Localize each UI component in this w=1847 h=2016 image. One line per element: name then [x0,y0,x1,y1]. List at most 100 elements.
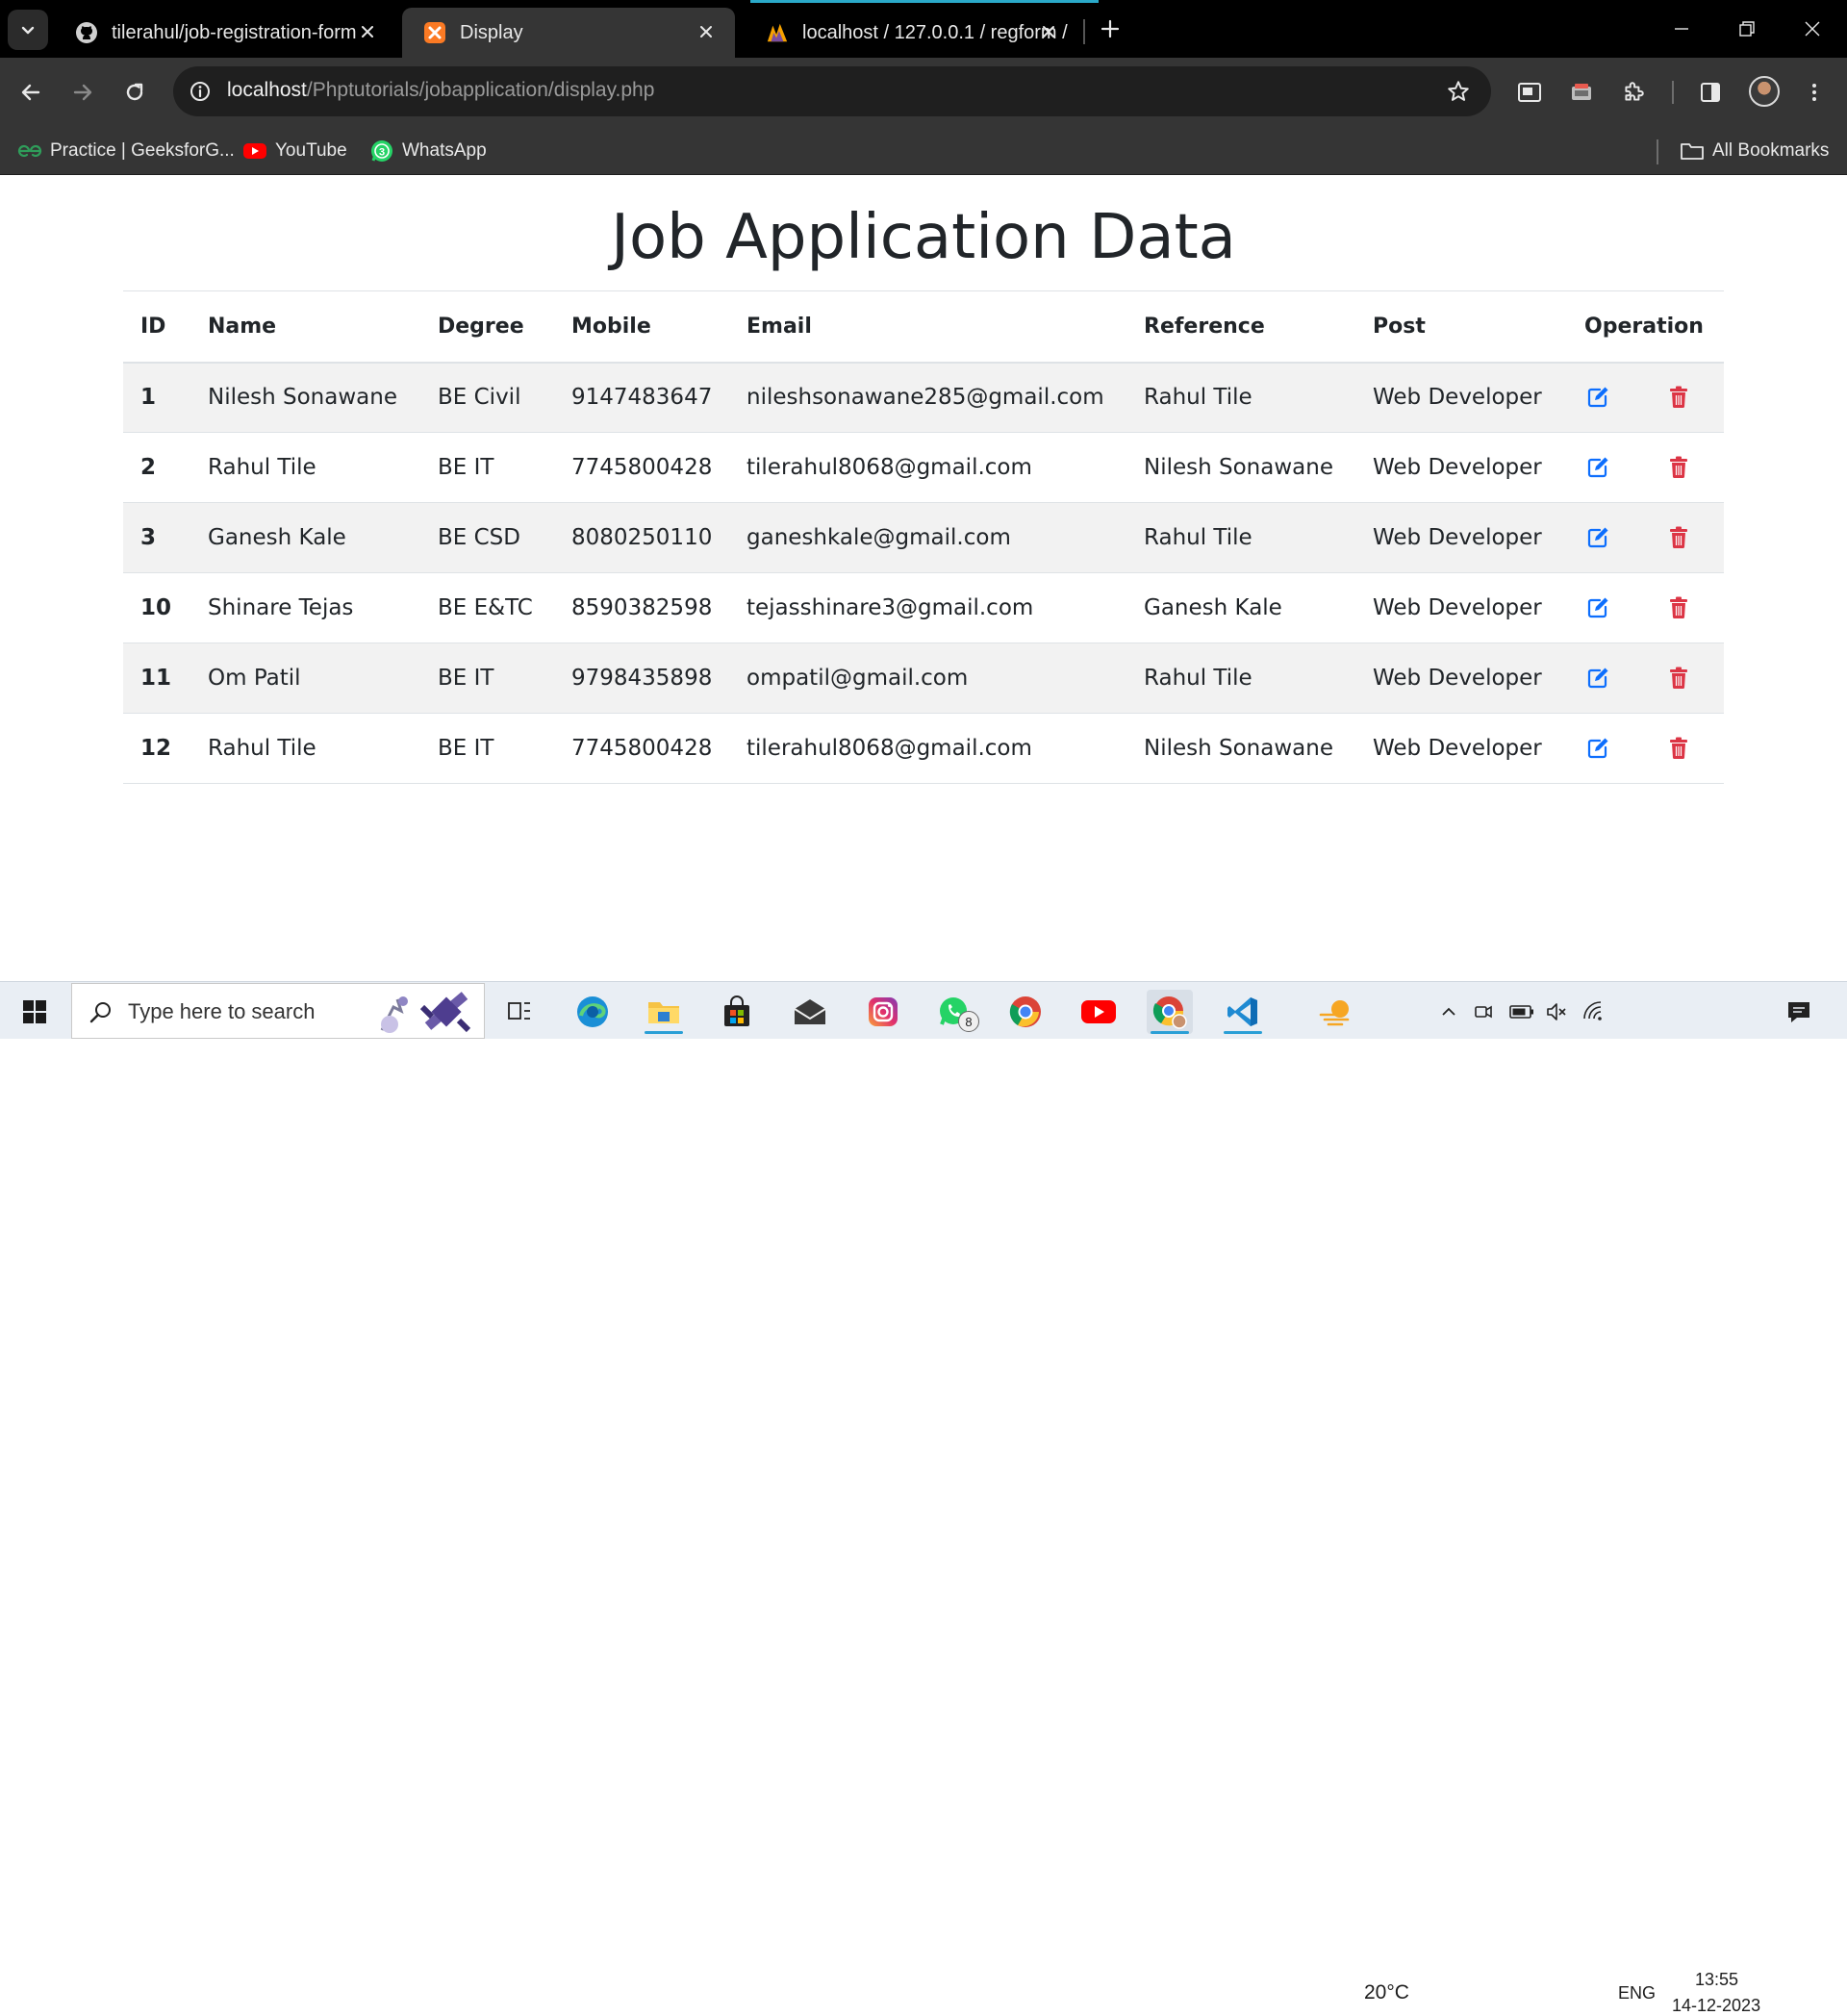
edit-button[interactable] [1584,594,1611,621]
youtube-icon [1081,1000,1116,1023]
bookmark-label: Practice | GeeksforG... [50,140,235,161]
cell-post: Web Developer [1355,572,1567,643]
edit-icon [1587,457,1608,478]
weather-icon[interactable] [1314,990,1360,1034]
forward-button[interactable] [65,75,100,110]
taskbar-mail[interactable] [787,990,833,1034]
all-bookmarks-button[interactable]: All Bookmarks [1680,139,1829,164]
chrome-icon [1009,996,1041,1027]
cell-name: Ganesh Kale [190,502,420,573]
operation-actions [1584,594,1724,621]
bookmark-geeksforgeeks[interactable]: Practice | GeeksforG... [17,139,235,164]
page-title: Job Application Data [611,202,1236,273]
edit-icon [1587,668,1608,689]
delete-button[interactable] [1665,524,1692,551]
start-button[interactable] [12,990,58,1034]
weather-temperature[interactable]: 20°C [1364,1981,1409,2004]
wifi-icon[interactable] [1574,990,1612,1034]
taskbar-whatsapp[interactable]: 8 [931,990,979,1034]
taskbar-vscode[interactable] [1220,990,1266,1034]
delete-button[interactable] [1665,454,1692,481]
task-view-button[interactable] [496,990,543,1034]
picture-in-picture-button[interactable] [1512,75,1547,110]
edge-icon [577,996,608,1027]
extensions-button[interactable] [1616,75,1651,110]
clock-date[interactable]: 14-12-2023 [1672,1996,1760,2016]
edit-button[interactable] [1584,524,1611,551]
taskbar-chrome[interactable] [1002,990,1049,1034]
edit-icon [1587,387,1608,408]
cell-post: Web Developer [1355,502,1567,573]
tab-search-button[interactable] [8,10,48,50]
side-panel-button[interactable] [1693,75,1728,110]
bookmark-youtube[interactable]: YouTube [242,139,347,164]
volume-muted-icon[interactable] [1537,990,1576,1034]
delete-button[interactable] [1665,594,1692,621]
delete-button[interactable] [1665,735,1692,762]
column-header-degree: Degree [420,290,554,364]
profile-avatar[interactable] [1749,76,1780,107]
tab-display[interactable]: Display [402,8,735,58]
back-button[interactable] [13,75,48,110]
cell-operation [1567,362,1724,433]
bookmark-star-button[interactable] [1443,76,1474,107]
edit-button[interactable] [1584,454,1611,481]
close-icon [1805,21,1820,37]
new-tab-button[interactable] [1095,13,1126,44]
minimize-button[interactable] [1662,13,1701,44]
close-window-button[interactable] [1793,13,1832,44]
tab-title: localhost / 127.0.0.1 / regform / [802,21,1068,43]
taskbar-youtube[interactable] [1075,990,1122,1034]
edit-icon [1587,738,1608,759]
reload-button[interactable] [117,75,152,110]
clock-time[interactable]: 13:55 [1695,1970,1738,1990]
tab-github[interactable]: tilerahul/job-registration-form [54,8,396,58]
tab-separator [1083,19,1085,44]
meet-now-icon[interactable] [1464,990,1503,1034]
edit-button[interactable] [1584,384,1611,411]
search-icon [86,996,116,1027]
trash-icon [1670,737,1687,760]
restore-button[interactable] [1728,13,1766,44]
cell-post: Web Developer [1355,713,1567,784]
table-row: 12 Rahul Tile BE IT 7745800428 tilerahul8068… [123,713,1724,784]
edit-button[interactable] [1584,735,1611,762]
taskbar-instagram[interactable] [860,990,906,1034]
toolbar-separator [1672,81,1674,104]
delete-button[interactable] [1665,384,1692,411]
address-bar[interactable]: localhost/Phptutorials/jobapplication/di… [173,66,1491,116]
extension-button[interactable] [1564,75,1599,110]
table-row: 1 Nilesh Sonawane BE Civil 9147483647 nilesh… [123,362,1724,433]
notifications-button[interactable] [1776,990,1822,1034]
cell-email: tilerahul8068@gmail.com [729,713,1126,784]
edit-button[interactable] [1584,665,1611,692]
close-tab-icon[interactable] [1037,20,1060,43]
taskbar-search-box[interactable]: Type here to search [71,983,485,1039]
bookmark-whatsapp[interactable]: 3 WhatsApp [369,139,487,164]
browser-menu-button[interactable] [1797,75,1832,110]
close-tab-icon[interactable] [356,20,379,43]
cell-email: ompatil@gmail.com [729,643,1126,714]
chrome-profile-icon [1152,996,1187,1029]
taskbar-store[interactable] [714,990,760,1034]
taskbar-edge[interactable] [569,990,616,1034]
url-text[interactable]: localhost/Phptutorials/jobapplication/di… [227,79,654,102]
delete-button[interactable] [1665,665,1692,692]
trash-icon [1670,596,1687,619]
taskbar-file-explorer[interactable] [641,990,687,1034]
taskbar-chrome-profile[interactable] [1147,990,1193,1034]
tab-phpmyadmin[interactable]: localhost / 127.0.0.1 / regform / [745,8,1077,58]
battery-icon[interactable] [1503,990,1541,1034]
kebab-menu-icon [1812,84,1816,101]
input-language[interactable]: ENG [1618,1983,1656,2003]
close-tab-icon[interactable] [695,20,718,43]
cell-degree: BE IT [420,713,554,784]
table-body: 1 Nilesh Sonawane BE Civil 9147483647 nilesh… [123,362,1724,784]
site-info-icon[interactable] [185,76,215,107]
edit-icon [1587,527,1608,548]
operation-actions [1584,384,1724,411]
cell-degree: BE CSD [420,502,554,573]
cell-reference: Rahul Tile [1126,362,1355,433]
show-hidden-icons-button[interactable] [1430,990,1468,1034]
table-row: 11 Om Patil BE IT 9798435898 ompatil@gmail.c… [123,643,1724,714]
